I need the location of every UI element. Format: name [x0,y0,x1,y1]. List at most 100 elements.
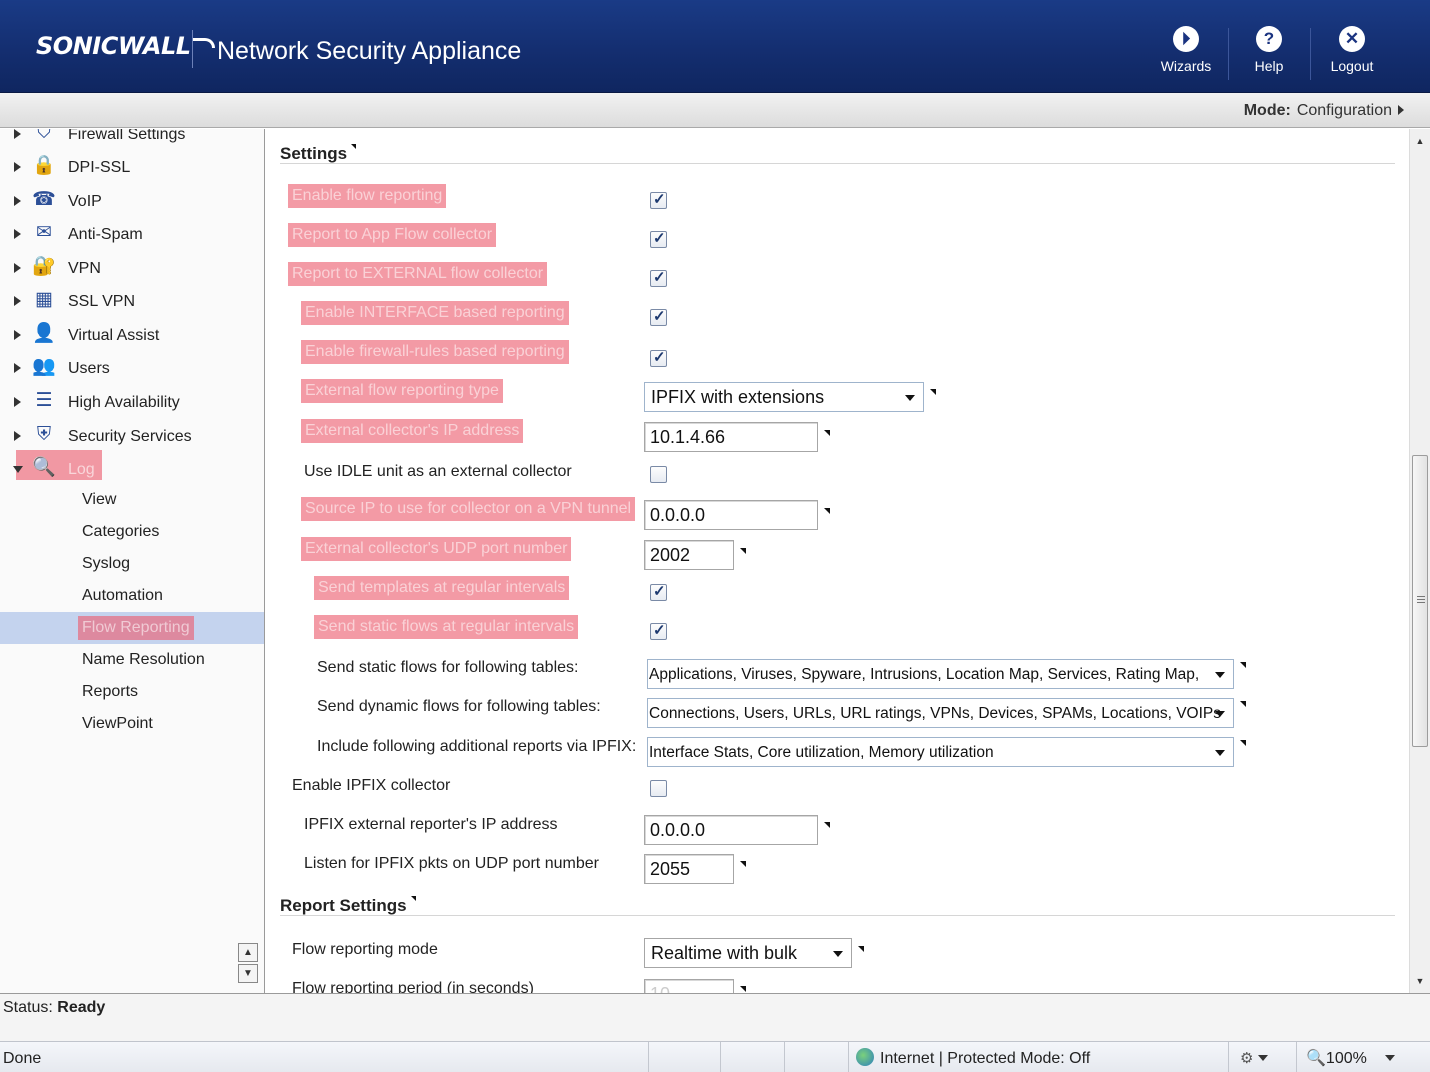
row-flow-reporting-period: Flow reporting period (in seconds) 10 [266,975,1409,993]
sidebar-item-firewall-settings[interactable]: ⛉ Firewall Settings [0,129,264,151]
expand-arrow-icon[interactable] [14,162,21,172]
sidebar-item-users[interactable]: 👥 Users [0,351,264,385]
enable-flow-reporting-checkbox[interactable] [650,190,667,209]
flow-reporting-mode-select[interactable]: Realtime with bulk [644,938,852,968]
mode-selector[interactable]: Mode: Configuration [1244,102,1404,120]
status-divider [784,1042,785,1072]
external-ip-input[interactable]: 10.1.4.66 [644,422,818,452]
security-zone[interactable]: Internet | Protected Mode: Off [856,1048,1090,1068]
send-templates-checkbox[interactable] [650,582,667,601]
expand-arrow-icon[interactable] [14,296,21,306]
flow-reporting-period-input[interactable]: 10 [644,979,734,993]
wizards-button[interactable]: ⏵ Wizards [1146,26,1226,74]
row-interface-based: Enable INTERFACE based reporting [266,301,1409,340]
browser-status-bar: Done Internet | Protected Mode: Off ⚙ 🔍1… [0,1041,1430,1072]
log-icon: 🔍 [32,457,56,478]
sidebar-item-vpn[interactable]: 🔐 VPN [0,251,264,285]
sidebar-item-ssl-vpn[interactable]: ▦ SSL VPN [0,284,264,318]
send-static-flows-label: Send static flows at regular intervals [314,615,579,639]
section-divider [280,163,1395,164]
sidebar-item-anti-spam[interactable]: ✉ Anti-Spam [0,217,264,251]
sidebar-item-log-automation[interactable]: Automation [0,580,264,612]
sidebar-item-dpi-ssl[interactable]: 🔒 DPI-SSL [0,150,264,184]
sidebar-item-log-categories[interactable]: Categories [0,516,264,548]
row-report-external: Report to EXTERNAL flow collector [266,262,1409,301]
firewall-rules-based-checkbox[interactable] [650,348,667,367]
sidebar-item-log-syslog[interactable]: Syslog [0,548,264,580]
expand-arrow-icon[interactable] [14,397,21,407]
logout-button[interactable]: ✕ Logout [1312,26,1392,74]
status-text: Status: Ready [3,999,106,1016]
external-type-label: External flow reporting type [301,379,503,403]
status-divider [720,1042,721,1072]
interface-based-label: Enable INTERFACE based reporting [301,301,569,325]
ipfix-reporter-ip-input[interactable]: 0.0.0.0 [644,815,818,845]
sidebar-item-voip[interactable]: ☎ VoIP [0,184,264,218]
chevron-down-icon [1215,672,1225,678]
sidebar-item-label: Anti-Spam [68,226,143,243]
mode-arrow-icon [1398,105,1404,115]
expand-arrow-icon[interactable] [14,431,21,441]
additional-reports-select[interactable]: Interface Stats, Core utilization, Memor… [647,737,1234,767]
expand-arrow-icon[interactable] [14,330,21,340]
sidebar-item-label: Syslog [82,555,131,572]
row-send-templates: Send templates at regular intervals [266,576,1409,615]
chevron-down-icon [1215,750,1225,756]
static-tables-select[interactable]: Applications, Viruses, Spyware, Intrusio… [647,659,1234,689]
zoom-control[interactable]: 🔍100% [1306,1048,1395,1068]
report-external-checkbox[interactable] [650,268,667,287]
sidebar-item-log[interactable]: 🔍 Log [0,450,264,486]
source-ip-vpn-input[interactable]: 0.0.0.0 [644,500,818,530]
sidebar-item-virtual-assist[interactable]: 👤 Virtual Assist [0,318,264,352]
ssl-vpn-icon: ▦ [35,289,53,310]
external-type-select[interactable]: IPFIX with extensions [644,382,924,412]
dynamic-tables-select[interactable]: Connections, Users, URLs, URL ratings, V… [647,698,1234,728]
scroll-up-arrow-icon[interactable]: ▲ [1410,131,1430,151]
interface-based-checkbox[interactable] [650,307,667,326]
expand-arrow-icon[interactable] [14,263,21,273]
udp-port-input[interactable]: 2002 [644,540,734,570]
static-tables-label: Send static flows for following tables: [317,659,579,676]
send-static-flows-checkbox[interactable] [650,621,667,640]
grip-icon [1417,596,1425,603]
sidebar-item-log-name-resolution[interactable]: Name Resolution [0,644,264,676]
sidebar-item-label: Log [68,461,95,478]
sidebar-item-log-view[interactable]: View [0,484,264,516]
help-tick-icon [1240,740,1246,746]
logout-icon: ✕ [1339,26,1365,52]
sidebar-item-label: Users [68,360,110,377]
content-scrollbar[interactable]: ▲ ▼ [1409,129,1430,993]
scroll-down-arrow-icon[interactable]: ▼ [1410,971,1430,991]
sidebar-item-log-reports[interactable]: Reports [0,676,264,708]
sidebar-nav: ⛉ Firewall Settings 🔒 DPI-SSL ☎ VoIP ✉ A… [0,129,265,993]
sidebar-item-high-availability[interactable]: ☰ High Availability [0,385,264,419]
sidebar-item-log-viewpoint[interactable]: ViewPoint [0,708,264,740]
sidebar-scroll-up-button[interactable]: ▲ [238,943,258,962]
row-ipfix-udp-port: Listen for IPFIX pkts on UDP port number… [266,850,1409,889]
ipfix-udp-port-input[interactable]: 2055 [644,854,734,884]
help-label: Help [1254,58,1284,74]
header-divider [192,30,193,68]
sidebar-scroll-down-button[interactable]: ▼ [238,964,258,983]
expand-arrow-icon[interactable] [14,363,21,373]
sidebar-item-security-services[interactable]: ⛨ Security Services [0,419,264,453]
ipfix-collector-checkbox[interactable] [650,780,667,797]
help-button[interactable]: ? Help [1229,26,1309,74]
scrollbar-thumb[interactable] [1412,455,1428,747]
logout-label: Logout [1330,58,1374,74]
expand-arrow-icon[interactable] [14,196,21,206]
firewall-rules-based-label: Enable firewall-rules based reporting [301,340,569,364]
row-external-type: External flow reporting type IPFIX with … [266,379,1409,418]
collapse-arrow-icon[interactable] [13,466,23,473]
help-tick-icon [1240,701,1246,707]
security-services-icon: ⛨ [36,424,52,445]
popup-blocker-button[interactable]: ⚙ [1240,1049,1268,1067]
expand-arrow-icon[interactable] [14,229,21,239]
report-app-flow-checkbox[interactable] [650,229,667,248]
sidebar-item-log-flow-reporting[interactable]: Flow Reporting [0,612,264,644]
idle-unit-checkbox[interactable] [650,466,667,483]
expand-arrow-icon[interactable] [14,129,21,139]
row-send-static-flows: Send static flows at regular intervals [266,615,1409,654]
report-external-label: Report to EXTERNAL flow collector [288,262,548,286]
chevron-down-icon [833,951,843,957]
